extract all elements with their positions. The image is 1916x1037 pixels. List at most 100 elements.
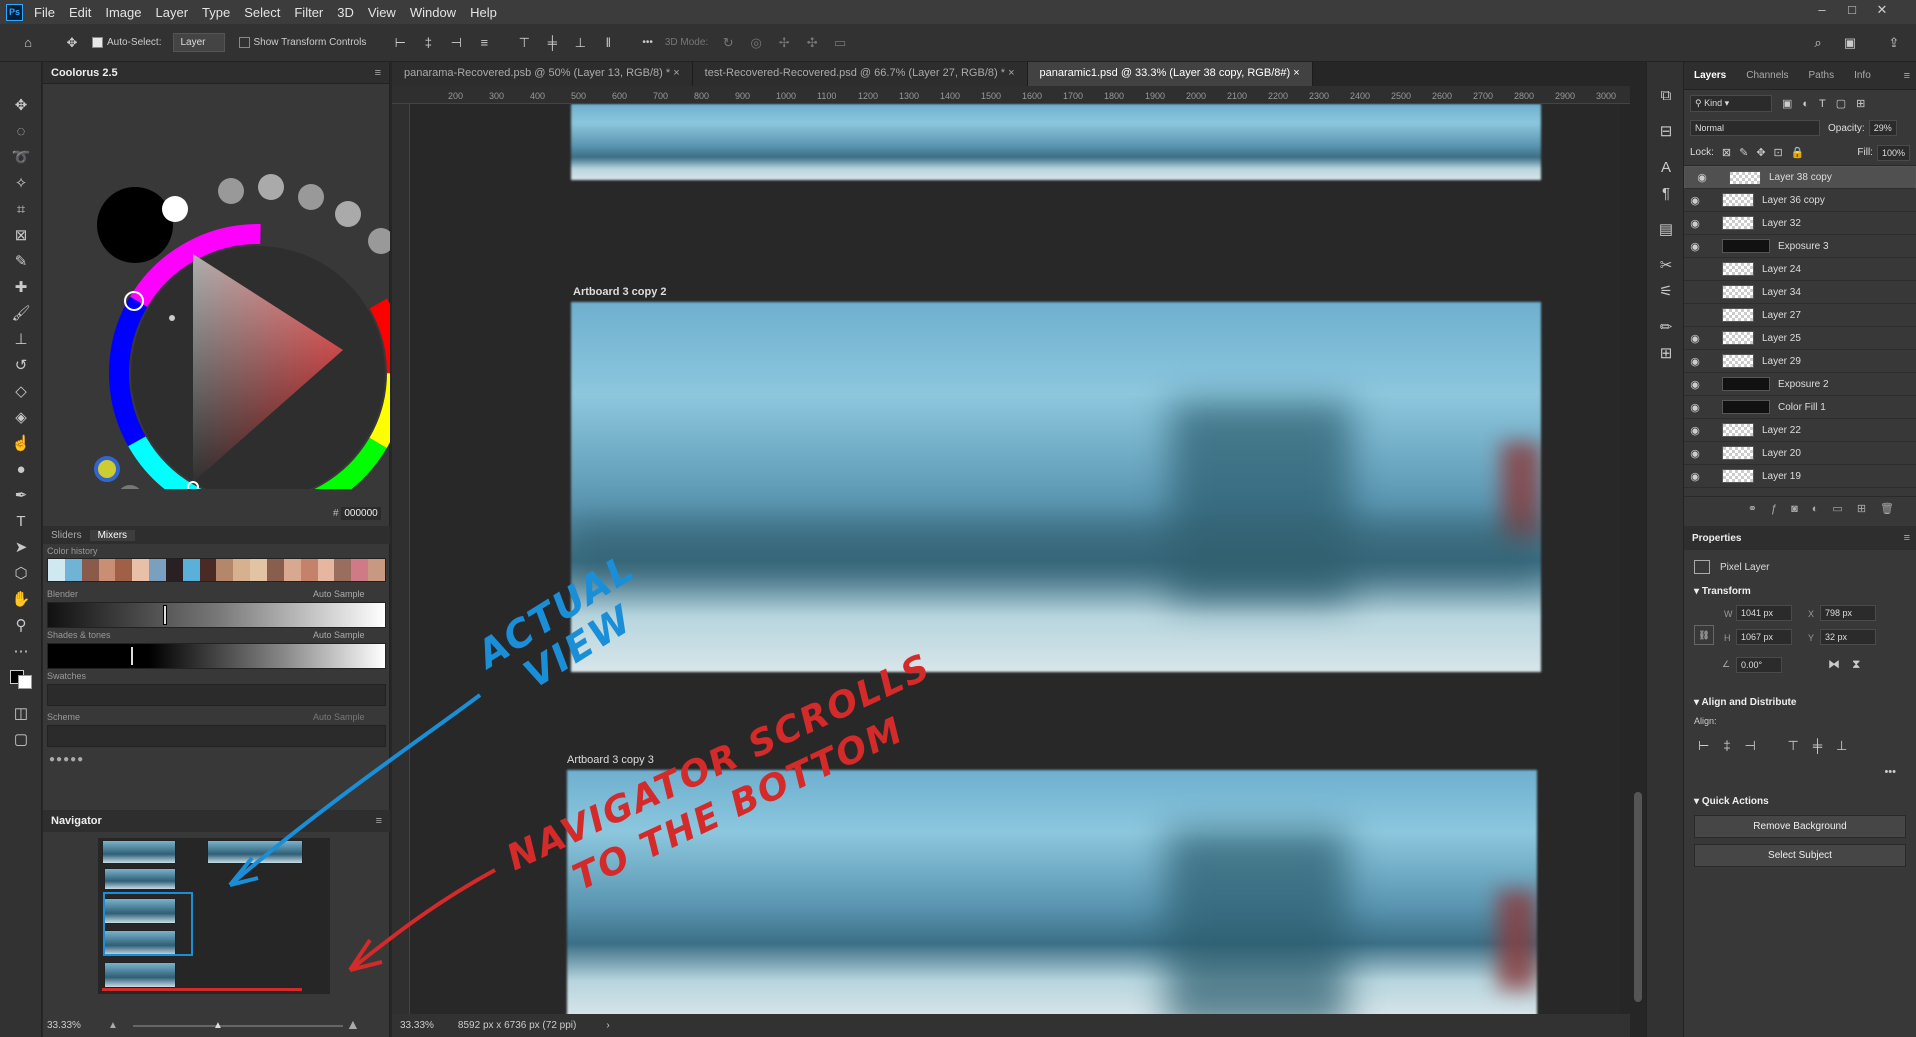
3d-orbit-icon[interactable]: ↻ [720, 35, 736, 51]
layer-select-dropdown[interactable]: Layer [173, 33, 225, 52]
x-field[interactable]: 798 px [1820, 605, 1876, 621]
height-field[interactable]: 1067 px [1736, 629, 1792, 645]
ruler-horizontal[interactable]: 200 300 400 500 600 700 800 900 1000 1100 1200 1300… [392, 86, 1630, 104]
history-brush-icon[interactable]: ↺ [0, 352, 42, 378]
history-swatch[interactable] [266, 559, 284, 581]
layer-row[interactable]: Layer 27 [1684, 304, 1916, 327]
navigator-preview[interactable] [98, 838, 330, 994]
layer-name[interactable]: Layer 20 [1762, 448, 1801, 459]
layer-row[interactable]: Layer 24 [1684, 258, 1916, 281]
more-align-button[interactable]: ••• [1684, 766, 1916, 778]
layer-name[interactable]: Layer 34 [1762, 287, 1801, 298]
zoom-slider[interactable]: ▲ [133, 1020, 343, 1031]
menu-window[interactable]: Window [410, 5, 456, 20]
tab-document-2[interactable]: test-Recovered-Recovered.psd @ 66.7% (La… [692, 62, 1028, 86]
smudge-icon[interactable]: ☝ [0, 430, 42, 456]
type-tool-icon[interactable]: T [0, 508, 42, 534]
visibility-eye-icon[interactable]: ◉ [1684, 355, 1706, 368]
brush-tool-icon[interactable]: 🖌 [0, 300, 42, 326]
scheme-dots[interactable]: ●●●●● [49, 754, 84, 765]
close-icon[interactable]: × [673, 67, 679, 79]
navigator-view-box[interactable] [103, 892, 193, 956]
quick-mask-icon[interactable]: ◫ [0, 700, 42, 726]
workspace-icon[interactable]: ▣ [1842, 35, 1858, 51]
opacity-field[interactable]: 29% [1868, 120, 1897, 136]
menu-3d[interactable]: 3D [337, 5, 354, 20]
layer-name[interactable]: Layer 32 [1762, 218, 1801, 229]
3d-camera-icon[interactable]: ▭ [832, 35, 848, 51]
layer-name[interactable]: Layer 25 [1762, 333, 1801, 344]
menu-image[interactable]: Image [105, 5, 141, 20]
lock-icons[interactable]: ⊠✎✥⊡🔒 [1722, 146, 1813, 159]
select-subject-button[interactable]: Select Subject [1694, 844, 1906, 867]
tools-panel-icon[interactable]: ✂ [1647, 252, 1685, 278]
align-center-icon[interactable]: ‡ [420, 35, 436, 51]
character-panel-icon[interactable]: A [1647, 154, 1685, 180]
color-swatch-icon[interactable] [0, 664, 42, 690]
visibility-eye-icon[interactable]: ◉ [1691, 171, 1713, 184]
flip-icons[interactable]: ⧓⧗ [1828, 657, 1872, 672]
history-swatch[interactable] [115, 559, 133, 581]
lasso-tool-icon[interactable]: ➰ [0, 144, 42, 170]
eyedropper-icon[interactable]: ✎ [0, 248, 42, 274]
stamp-tool-icon[interactable]: ⊥ [0, 326, 42, 352]
blend-mode-select[interactable]: Normal [1690, 120, 1820, 136]
tab-mixers[interactable]: Mixers [89, 529, 136, 541]
distribute-vertical-icon[interactable]: ‖ [600, 35, 616, 51]
layer-row[interactable]: ◉ Layer 29 [1684, 350, 1916, 373]
shades-handle[interactable] [130, 646, 134, 666]
hex-field[interactable]: # 000000 [333, 507, 381, 520]
tab-info[interactable]: Info [1844, 70, 1881, 81]
crop-tool-icon[interactable]: ⌗ [0, 196, 42, 222]
layer-name[interactable]: Layer 24 [1762, 264, 1801, 275]
history-swatch[interactable] [300, 559, 318, 581]
move-tool-icon[interactable]: ✥ [64, 35, 80, 51]
align-middle-icon[interactable]: ╪ [544, 35, 560, 51]
menu-select[interactable]: Select [244, 5, 280, 20]
layer-row[interactable]: ◉ Layer 36 copy [1684, 189, 1916, 212]
layer-name[interactable]: Exposure 2 [1778, 379, 1829, 390]
visibility-eye-icon[interactable]: ◉ [1684, 424, 1706, 437]
history-swatch[interactable] [132, 559, 150, 581]
swatches-area[interactable] [47, 684, 386, 706]
menu-layer[interactable]: Layer [156, 5, 189, 20]
3d-pan-icon[interactable]: ✢ [776, 35, 792, 51]
layer-row[interactable]: ◉ Layer 22 [1684, 419, 1916, 442]
panel-menu-icon[interactable]: ≡ [1904, 70, 1910, 82]
layer-row[interactable]: ◉ Exposure 3 [1684, 235, 1916, 258]
magic-wand-icon[interactable]: ✧ [0, 170, 42, 196]
align-top-icon[interactable]: ⊤ [516, 35, 532, 51]
status-arrow-icon[interactable]: › [606, 1020, 609, 1031]
color-wheel[interactable] [43, 84, 390, 489]
layer-name[interactable]: Layer 19 [1762, 471, 1801, 482]
auto-select-checkbox[interactable]: Auto-Select: [92, 37, 161, 48]
hand-tool-icon[interactable]: ✋ [0, 586, 42, 612]
color-history-strip[interactable] [47, 558, 386, 582]
shades-bar[interactable] [47, 643, 386, 669]
frame-tool-icon[interactable]: ⊠ [0, 222, 42, 248]
show-transform-checkbox[interactable]: Show Transform Controls [238, 37, 366, 48]
layer-row[interactable]: ◉ Layer 38 copy [1684, 166, 1916, 189]
history-swatch[interactable] [368, 559, 385, 581]
align-right-icon[interactable]: ⊣ [448, 35, 464, 51]
visibility-eye-icon[interactable]: ◉ [1684, 217, 1706, 230]
layer-actions[interactable]: ⚭ƒ◙◐▭⊞🗑 [1684, 496, 1916, 520]
adjustments-icon[interactable]: ⚟ [1647, 278, 1685, 304]
zoom-out-icon[interactable]: ▲ [108, 1020, 118, 1031]
brushes-panel-icon[interactable]: ✏ [1647, 314, 1685, 340]
artboard-top[interactable] [571, 104, 1541, 180]
menu-file[interactable]: File [34, 5, 55, 20]
layer-row[interactable]: ◉ Layer 32 [1684, 212, 1916, 235]
align-distribute-header[interactable]: ▾ Align and Distribute [1684, 689, 1916, 716]
layer-row[interactable]: ◉ Layer 20 [1684, 442, 1916, 465]
tab-layers[interactable]: Layers [1684, 70, 1736, 81]
layer-row[interactable]: Layer 34 [1684, 281, 1916, 304]
scrollbar-vertical[interactable] [1630, 62, 1646, 1037]
layer-name[interactable]: Layer 38 copy [1769, 172, 1832, 183]
layer-name[interactable]: Layer 29 [1762, 356, 1801, 367]
visibility-eye-icon[interactable]: ◉ [1684, 194, 1706, 207]
layer-row[interactable]: ◉ Layer 25 [1684, 327, 1916, 350]
home-icon[interactable]: ⌂ [20, 35, 36, 51]
quick-actions-header[interactable]: ▾ Quick Actions [1684, 788, 1916, 815]
status-zoom[interactable]: 33.33% [400, 1020, 434, 1031]
